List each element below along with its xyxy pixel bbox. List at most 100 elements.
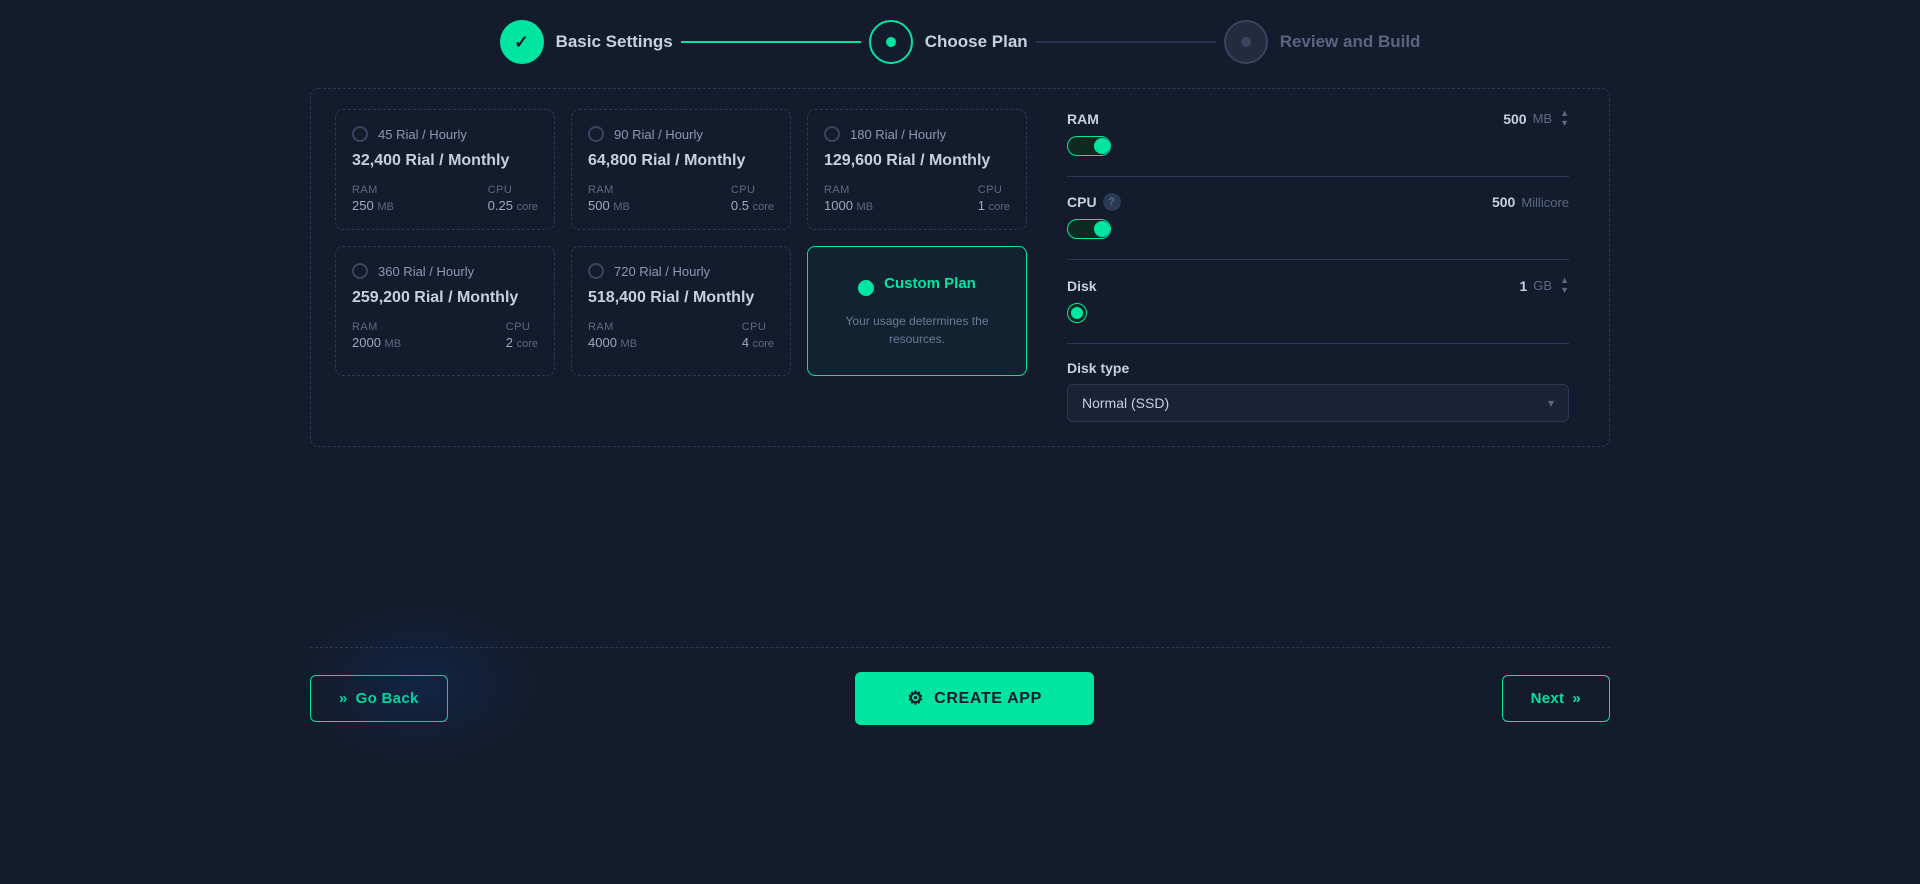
plan-4-cpu-value: 2 core [506, 335, 538, 350]
plan-5-hourly: 720 Rial / Hourly [614, 264, 710, 279]
divider-1 [1067, 176, 1569, 177]
plan-2-hourly: 90 Rial / Hourly [614, 127, 703, 142]
plan-5-cpu: CPU 4 core [742, 321, 774, 350]
divider-3 [1067, 343, 1569, 344]
plan-1-ram-value: 250 MB [352, 198, 394, 213]
plan-2-cpu-value: 0.5 core [731, 198, 774, 213]
ram-value-group: 500 MB ▲ ▼ [1487, 109, 1569, 128]
main-container: 45 Rial / Hourly 32,400 Rial / Monthly R… [310, 88, 1610, 447]
disk-unit: GB [1533, 278, 1552, 293]
plan-3-radio [824, 126, 840, 142]
plan-1-monthly: 32,400 Rial / Monthly [352, 152, 538, 170]
plan-card-4[interactable]: 360 Rial / Hourly 259,200 Rial / Monthly… [335, 246, 555, 376]
ram-toggle-thumb [1094, 138, 1110, 154]
create-app-button[interactable]: ⚙ CREATE APP [855, 672, 1094, 725]
plan-4-header: 360 Rial / Hourly [352, 263, 538, 279]
plan-4-hourly: 360 Rial / Hourly [378, 264, 474, 279]
ram-unit: MB [1533, 111, 1553, 126]
disk-row: Disk 1 GB ▲ ▼ [1067, 276, 1569, 323]
plan-5-monthly: 518,400 Rial / Monthly [588, 289, 774, 307]
disk-spinner[interactable]: ▲ ▼ [1560, 276, 1569, 295]
disk-label: Disk [1067, 278, 1097, 294]
cpu-value-group: 500 Millicore [1475, 194, 1569, 210]
custom-plan-desc: Your usage determines the resources. [824, 312, 1010, 348]
step-1-circle: ✓ [500, 20, 544, 64]
plan-1-cpu-value: 0.25 core [488, 198, 538, 213]
go-back-arrows-icon: » [339, 690, 348, 707]
custom-plan-card[interactable]: Custom Plan Your usage determines the re… [807, 246, 1027, 376]
cpu-toggle[interactable] [1067, 219, 1111, 239]
plan-5-radio [588, 263, 604, 279]
cpu-header: CPU ? 500 Millicore [1067, 193, 1569, 211]
plan-3-hourly: 180 Rial / Hourly [850, 127, 946, 142]
plan-5-ram: RAM 4000 MB [588, 321, 637, 350]
disk-type-dropdown[interactable]: Normal (SSD) ▾ [1067, 384, 1569, 422]
connector-1 [681, 41, 861, 43]
next-arrows-icon: » [1572, 690, 1581, 707]
plan-card-3[interactable]: 180 Rial / Hourly 129,600 Rial / Monthly… [807, 109, 1027, 230]
step-3-label: Review and Build [1280, 32, 1421, 52]
plan-card-1[interactable]: 45 Rial / Hourly 32,400 Rial / Monthly R… [335, 109, 555, 230]
divider-2 [1067, 259, 1569, 260]
plan-1-cpu: CPU 0.25 core [488, 184, 538, 213]
plan-2-ram: RAM 500 MB [588, 184, 630, 213]
step-review-build: Review and Build [1224, 20, 1421, 64]
connector-2 [1036, 41, 1216, 43]
plan-1-ram: RAM 250 MB [352, 184, 394, 213]
plans-grid: 45 Rial / Hourly 32,400 Rial / Monthly R… [335, 109, 1027, 376]
custom-plan-header: Custom Plan [858, 275, 976, 302]
plan-2-monthly: 64,800 Rial / Monthly [588, 152, 774, 170]
plan-2-header: 90 Rial / Hourly [588, 126, 774, 142]
next-button[interactable]: Next » [1502, 675, 1610, 722]
plan-4-specs: RAM 2000 MB CPU 2 core [352, 321, 538, 350]
step-3-circle [1224, 20, 1268, 64]
disk-header: Disk 1 GB ▲ ▼ [1067, 276, 1569, 295]
step-choose-plan: Choose Plan [869, 20, 1028, 64]
plan-1-radio [352, 126, 368, 142]
chevron-down-icon: ▾ [1548, 396, 1554, 410]
step-2-label: Choose Plan [925, 32, 1028, 52]
step-basic-settings: ✓ Basic Settings [500, 20, 673, 64]
step-1-label: Basic Settings [556, 32, 673, 52]
ram-spinner[interactable]: ▲ ▼ [1560, 109, 1569, 128]
ram-toggle[interactable] [1067, 136, 1111, 156]
ram-down-arrow[interactable]: ▼ [1560, 119, 1569, 128]
disk-up-arrow[interactable]: ▲ [1560, 276, 1569, 285]
bottom-bar: » Go Back ⚙ CREATE APP Next » [310, 648, 1610, 749]
disk-type-section: Disk type Normal (SSD) ▾ [1067, 360, 1569, 422]
disk-value: 1 [1487, 278, 1527, 294]
plan-3-cpu-value: 1 core [978, 198, 1010, 213]
plan-1-hourly: 45 Rial / Hourly [378, 127, 467, 142]
plan-5-specs: RAM 4000 MB CPU 4 core [588, 321, 774, 350]
step-2-circle [869, 20, 913, 64]
plan-card-5[interactable]: 720 Rial / Hourly 518,400 Rial / Monthly… [571, 246, 791, 376]
disk-value-group: 1 GB ▲ ▼ [1487, 276, 1569, 295]
disk-toggle[interactable] [1067, 303, 1087, 323]
plan-2-cpu: CPU 0.5 core [731, 184, 774, 213]
plan-1-specs: RAM 250 MB CPU 0.25 core [352, 184, 538, 213]
cpu-label: CPU [1067, 194, 1097, 210]
plan-2-ram-value: 500 MB [588, 198, 630, 213]
ram-toggle-row [1067, 136, 1569, 156]
stepper: ✓ Basic Settings Choose Plan Review and … [0, 0, 1920, 80]
plans-layout: 45 Rial / Hourly 32,400 Rial / Monthly R… [335, 109, 1585, 422]
plan-card-2[interactable]: 90 Rial / Hourly 64,800 Rial / Monthly R… [571, 109, 791, 230]
right-panel: RAM 500 MB ▲ ▼ [1051, 109, 1585, 422]
go-back-button[interactable]: » Go Back [310, 675, 448, 722]
gear-icon: ⚙ [907, 688, 924, 709]
ram-up-arrow[interactable]: ▲ [1560, 109, 1569, 118]
plan-5-header: 720 Rial / Hourly [588, 263, 774, 279]
ram-value: 500 [1487, 111, 1527, 127]
cpu-row: CPU ? 500 Millicore [1067, 193, 1569, 239]
plan-4-ram-value: 2000 MB [352, 335, 401, 350]
plan-3-ram: RAM 1000 MB [824, 184, 873, 213]
plan-4-cpu: CPU 2 core [506, 321, 538, 350]
ram-header: RAM 500 MB ▲ ▼ [1067, 109, 1569, 128]
plan-2-radio [588, 126, 604, 142]
cpu-toggle-thumb [1094, 221, 1110, 237]
plan-3-cpu: CPU 1 core [978, 184, 1010, 213]
cpu-help-icon[interactable]: ? [1103, 193, 1121, 211]
ram-row: RAM 500 MB ▲ ▼ [1067, 109, 1569, 156]
disk-down-arrow[interactable]: ▼ [1560, 286, 1569, 295]
plan-5-ram-value: 4000 MB [588, 335, 637, 350]
